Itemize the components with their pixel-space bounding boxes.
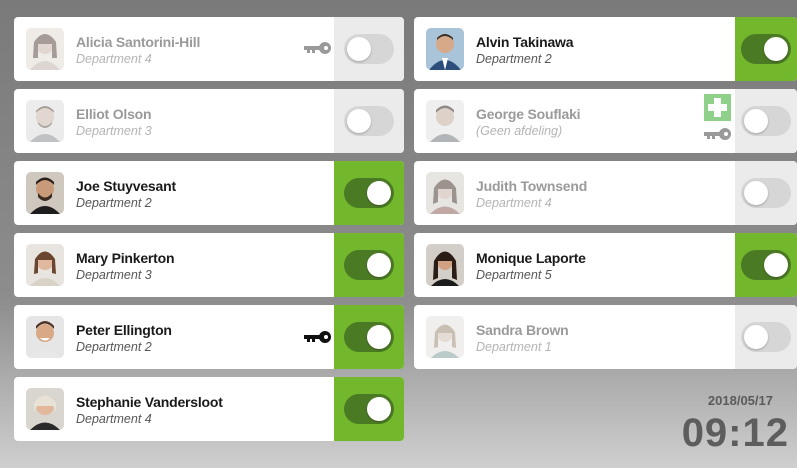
presence-toggle[interactable] bbox=[344, 322, 394, 352]
current-date: 2018/05/17 bbox=[707, 393, 773, 408]
employee-name: Joe Stuyvesant bbox=[76, 178, 176, 194]
avatar bbox=[426, 28, 464, 70]
employee-department: Department 4 bbox=[476, 196, 552, 210]
key-icon bbox=[704, 127, 732, 141]
employee-name: Mary Pinkerton bbox=[76, 250, 175, 266]
employee-department: Department 2 bbox=[476, 52, 552, 66]
avatar bbox=[426, 172, 464, 214]
employee-name: Monique Laporte bbox=[476, 250, 586, 266]
avatar bbox=[26, 316, 64, 358]
toggle-knob bbox=[347, 109, 371, 133]
toggle-knob bbox=[367, 325, 391, 349]
employee-name: Alvin Takinawa bbox=[476, 34, 574, 50]
employee-card-alvin-takinawa: Alvin Takinawa Department 2 bbox=[414, 17, 797, 81]
avatar bbox=[26, 28, 64, 70]
employee-department: Department 2 bbox=[76, 340, 152, 354]
employee-name: Elliot Olson bbox=[76, 106, 152, 122]
presence-toggle-zone bbox=[735, 233, 797, 297]
employee-department: Department 3 bbox=[76, 124, 152, 138]
presence-toggle[interactable] bbox=[344, 106, 394, 136]
avatar bbox=[426, 316, 464, 358]
employee-card-judith-townsend: Judith Townsend Department 4 bbox=[414, 161, 797, 225]
toggle-knob bbox=[744, 109, 768, 133]
employee-name: Peter Ellington bbox=[76, 322, 172, 338]
employee-department: Department 4 bbox=[76, 412, 152, 426]
employee-card-sandra-brown: Sandra Brown Department 1 bbox=[414, 305, 797, 369]
presence-toggle[interactable] bbox=[344, 34, 394, 64]
presence-toggle[interactable] bbox=[741, 34, 791, 64]
employee-name: Sandra Brown bbox=[476, 322, 569, 338]
employee-department: Department 1 bbox=[476, 340, 552, 354]
toggle-knob bbox=[744, 325, 768, 349]
employee-card-peter-ellington: Peter Ellington Department 2 bbox=[14, 305, 404, 369]
presence-toggle-zone bbox=[334, 17, 404, 81]
presence-toggle-zone bbox=[334, 89, 404, 153]
employee-card-elliot-olson: Elliot Olson Department 3 bbox=[14, 89, 404, 153]
avatar bbox=[26, 388, 64, 430]
toggle-knob bbox=[367, 181, 391, 205]
employee-department: Department 4 bbox=[76, 52, 152, 66]
employee-department: (Geen afdeling) bbox=[476, 124, 563, 138]
avatar bbox=[26, 172, 64, 214]
employee-department: Department 5 bbox=[476, 268, 552, 282]
employee-department: Department 2 bbox=[76, 196, 152, 210]
presence-toggle-zone bbox=[735, 17, 797, 81]
employee-card-monique-laporte: Monique Laporte Department 5 bbox=[414, 233, 797, 297]
presence-toggle[interactable] bbox=[344, 178, 394, 208]
employee-name: Judith Townsend bbox=[476, 178, 588, 194]
presence-toggle[interactable] bbox=[344, 250, 394, 280]
presence-toggle-zone bbox=[735, 305, 797, 369]
presence-toggle-zone bbox=[735, 161, 797, 225]
presence-toggle-zone bbox=[334, 233, 404, 297]
employee-card-alicia-santorini-hill: Alicia Santorini-Hill Department 4 bbox=[14, 17, 404, 81]
toggle-knob bbox=[764, 253, 788, 277]
first-aid-cross-icon bbox=[704, 94, 731, 121]
presence-toggle-zone bbox=[334, 305, 404, 369]
employee-card-mary-pinkerton: Mary Pinkerton Department 3 bbox=[14, 233, 404, 297]
presence-board: Alicia Santorini-Hill Department 4 Alvin… bbox=[0, 0, 797, 468]
employee-card-george-souflaki: George Souflaki (Geen afdeling) bbox=[414, 89, 797, 153]
employee-department: Department 3 bbox=[76, 268, 152, 282]
presence-toggle[interactable] bbox=[741, 178, 791, 208]
key-icon bbox=[304, 41, 332, 55]
presence-toggle-zone bbox=[334, 377, 404, 441]
avatar bbox=[26, 100, 64, 142]
presence-toggle[interactable] bbox=[741, 106, 791, 136]
employee-name: Alicia Santorini-Hill bbox=[76, 34, 201, 50]
current-time: 09:12 bbox=[681, 411, 789, 455]
toggle-knob bbox=[367, 397, 391, 421]
presence-toggle[interactable] bbox=[344, 394, 394, 424]
presence-toggle-zone bbox=[735, 89, 797, 153]
toggle-knob bbox=[347, 37, 371, 61]
presence-toggle[interactable] bbox=[741, 250, 791, 280]
employee-name: George Souflaki bbox=[476, 106, 581, 122]
toggle-knob bbox=[367, 253, 391, 277]
employee-card-joe-stuyvesant: Joe Stuyvesant Department 2 bbox=[14, 161, 404, 225]
avatar bbox=[426, 100, 464, 142]
avatar bbox=[26, 244, 64, 286]
toggle-knob bbox=[744, 181, 768, 205]
presence-toggle-zone bbox=[334, 161, 404, 225]
key-icon bbox=[304, 330, 332, 344]
employee-name: Stephanie Vandersloot bbox=[76, 394, 223, 410]
toggle-knob bbox=[764, 37, 788, 61]
avatar bbox=[426, 244, 464, 286]
employee-card-stephanie-vandersloot: Stephanie Vandersloot Department 4 bbox=[14, 377, 404, 441]
presence-toggle[interactable] bbox=[741, 322, 791, 352]
